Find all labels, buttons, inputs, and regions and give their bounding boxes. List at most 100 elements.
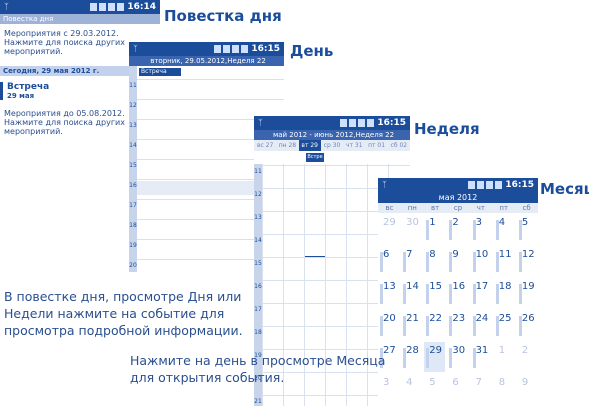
day-events-bar	[472, 316, 476, 336]
day-cell[interactable]: 4	[401, 374, 423, 404]
weekday-header: ср	[453, 204, 463, 212]
day-events-bar	[472, 220, 476, 240]
status-icons	[214, 45, 248, 53]
battery-icon	[117, 3, 124, 11]
status-icons	[340, 119, 374, 127]
hour-label: 13	[254, 214, 262, 221]
day-events-bar	[518, 220, 522, 240]
day-cell[interactable]: 2	[447, 214, 469, 244]
day-events-bar	[495, 316, 499, 336]
caption-line: просмотра подробной информации.	[4, 323, 243, 338]
week-day-header[interactable]: вс 27	[254, 140, 276, 151]
day-cell[interactable]: 13	[378, 278, 400, 308]
day-label: День	[290, 42, 334, 60]
day-cell[interactable]: 10	[470, 246, 492, 276]
day-events-bar	[380, 316, 383, 336]
week-event[interactable]: Встре	[306, 153, 324, 162]
day-events-bar	[449, 348, 453, 368]
day-cell[interactable]: 5	[516, 214, 538, 244]
hour-label: 12	[254, 191, 262, 198]
day-cell[interactable]: 18	[493, 278, 515, 308]
clock: 16:15	[505, 180, 534, 190]
sync-icon	[468, 181, 475, 189]
day-cell[interactable]: 6	[378, 246, 400, 276]
day-cell[interactable]: 4	[493, 214, 515, 244]
day-cell[interactable]: 21	[401, 310, 423, 340]
day-events-bar	[449, 220, 453, 240]
day-events-bar	[518, 252, 522, 272]
caption-line: для открытия события.	[130, 370, 285, 385]
day-cell[interactable]: 15	[424, 278, 446, 308]
clock: 16:15	[251, 44, 280, 54]
week-day-header[interactable]: вт 29	[298, 140, 321, 151]
day-cell[interactable]: 11	[493, 246, 515, 276]
week-day-header[interactable]: пн 28	[276, 140, 298, 151]
agenda-header: Повестка дня	[0, 14, 160, 24]
status-icons	[468, 181, 502, 189]
weekday-header: вс	[385, 204, 394, 212]
status-bar: ᛉ 16:15	[129, 42, 284, 56]
day-cell[interactable]: 24	[470, 310, 492, 340]
day-cell[interactable]: 5	[424, 374, 446, 404]
day-event[interactable]: Встреча	[139, 68, 181, 76]
status-icons	[90, 3, 124, 11]
day-cell[interactable]: 9	[516, 374, 538, 404]
day-cell[interactable]: 28	[401, 342, 423, 372]
weekday-header: пн	[407, 204, 417, 212]
day-events-bar	[426, 348, 430, 368]
day-cell[interactable]: 19	[516, 278, 538, 308]
day-cell[interactable]: 25	[493, 310, 515, 340]
day-cell[interactable]: 26	[516, 310, 538, 340]
day-cell[interactable]: 16	[447, 278, 469, 308]
day-cell[interactable]: 6	[447, 374, 469, 404]
week-day-header[interactable]: чт 31	[343, 140, 365, 151]
day-cell[interactable]: 3	[470, 214, 492, 244]
signal-icon	[223, 45, 230, 53]
day-events-bar	[426, 220, 430, 240]
day-cell[interactable]: 7	[401, 246, 423, 276]
day-cell[interactable]: 23	[447, 310, 469, 340]
day-cell[interactable]: 9	[447, 246, 469, 276]
week-day-header[interactable]: пт 01	[365, 140, 387, 151]
hour-label: 15	[129, 162, 137, 169]
day-cell[interactable]: 30	[401, 214, 423, 244]
hour-label: 18	[129, 222, 137, 229]
day-cell[interactable]: 2	[516, 342, 538, 372]
hour-label: 15	[254, 260, 262, 267]
day-cell[interactable]: 20	[378, 310, 400, 340]
day-cell[interactable]: 31	[470, 342, 492, 372]
day-cell[interactable]: 8	[493, 374, 515, 404]
day-cell[interactable]: 30	[447, 342, 469, 372]
caption-line: Недели нажмите на событие для	[4, 306, 225, 321]
clock: 16:15	[377, 118, 406, 128]
month-label: Месяц	[540, 180, 589, 198]
sync-icon	[90, 3, 97, 11]
day-cell[interactable]: 29	[424, 342, 446, 372]
antenna-icon: ᛉ	[258, 118, 263, 127]
day-events-bar	[449, 284, 453, 304]
week-day-header[interactable]: ср 30	[321, 140, 343, 151]
day-cell[interactable]: 8	[424, 246, 446, 276]
hour-divider	[137, 79, 284, 80]
signal-icon	[349, 119, 356, 127]
weekday-header: сб	[522, 204, 531, 212]
day-events-bar	[403, 316, 407, 336]
day-cell[interactable]: 22	[424, 310, 446, 340]
day-cell[interactable]: 12	[516, 246, 538, 276]
hour-label: 19	[129, 242, 137, 249]
day-cell[interactable]: 7	[470, 374, 492, 404]
week-day-header[interactable]: сб 02	[388, 140, 410, 151]
antenna-icon: ᛉ	[4, 2, 9, 11]
hour-label: 17	[254, 306, 262, 313]
day-events-bar	[426, 316, 430, 336]
caption-left: В повестке дня, просмотре Дня или Недели…	[4, 288, 243, 339]
status-bar: ᛉ 16:14	[0, 0, 160, 14]
day-cell[interactable]: 1	[424, 214, 446, 244]
hour-label: 13	[129, 122, 137, 129]
day-cell[interactable]: 29	[378, 214, 400, 244]
day-events-bar	[449, 316, 453, 336]
day-cell[interactable]: 17	[470, 278, 492, 308]
hour-label: 12	[129, 102, 137, 109]
day-cell[interactable]: 1	[493, 342, 515, 372]
day-cell[interactable]: 14	[401, 278, 423, 308]
